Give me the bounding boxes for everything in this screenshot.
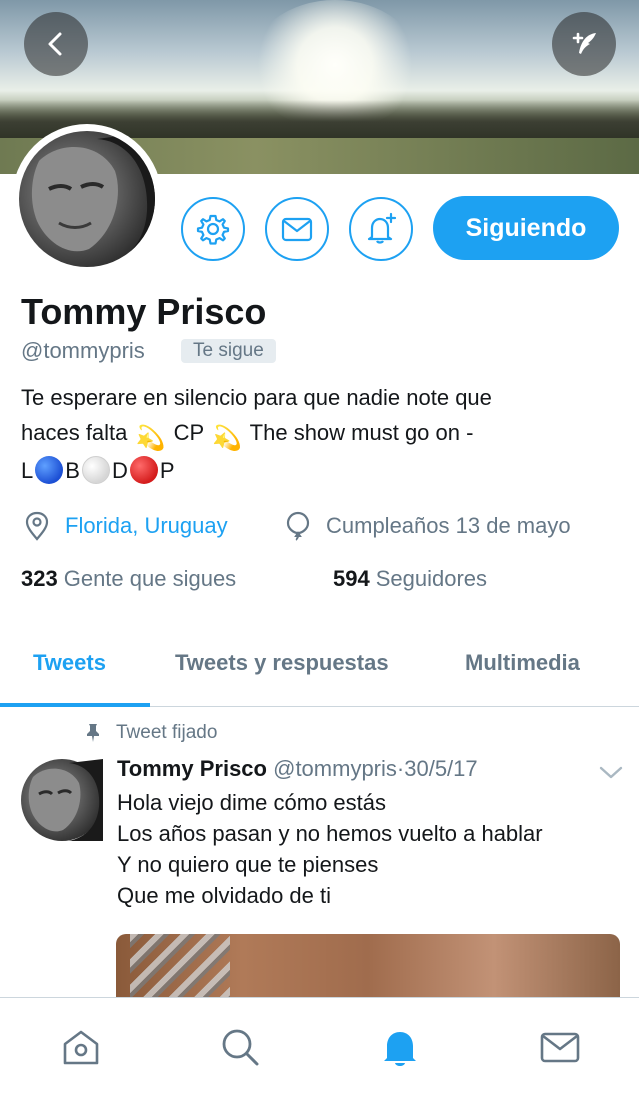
envelope-icon	[281, 217, 313, 242]
profile-tabs: Tweets Tweets y respuestas Multimedia	[0, 630, 639, 707]
following-count-link[interactable]: 323 Gente que sigues	[21, 566, 236, 592]
following-button[interactable]: Siguiendo	[433, 196, 619, 260]
followers-count: 594	[333, 566, 370, 591]
nav-notifications[interactable]	[378, 1025, 422, 1069]
pin-icon	[87, 724, 99, 742]
pinned-text: Tweet fijado	[116, 722, 218, 743]
avatar-face-illustration	[28, 759, 103, 841]
back-button[interactable]	[24, 12, 88, 76]
mail-icon	[540, 1032, 580, 1063]
bio-line: LBDP	[21, 453, 621, 488]
nav-messages[interactable]	[538, 1025, 582, 1069]
bio-text: D	[111, 458, 128, 483]
red-circle-emoji-icon	[129, 456, 158, 484]
profile-handle: @tommypris	[21, 338, 145, 363]
settings-button[interactable]	[181, 197, 245, 261]
tweet-author-name[interactable]: Tommy Prisco	[117, 756, 267, 781]
profile-name: Tommy Prisco	[21, 291, 267, 332]
bio-text: P	[159, 458, 175, 483]
profile-avatar[interactable]	[12, 124, 162, 274]
bell-plus-icon	[367, 212, 397, 244]
tweet-header: Tommy Prisco @tommypris·30/5/17	[117, 756, 478, 782]
tweet-media-image[interactable]	[116, 934, 620, 1000]
tweet-author-handle[interactable]: @tommypris	[273, 756, 397, 781]
bio-line: haces falta 💫 CP 💫 The show must go on -	[21, 415, 621, 453]
bio-text: L	[21, 458, 34, 483]
followers-label: Seguidores	[375, 566, 488, 591]
compose-tweet-button[interactable]	[552, 12, 616, 76]
bio-line: Te esperare en silencio para que nadie n…	[21, 385, 492, 410]
back-arrow-icon	[48, 32, 62, 56]
compose-tweet-icon	[572, 32, 596, 54]
bottom-navigation	[0, 997, 639, 1095]
location-pin-icon	[25, 511, 49, 541]
tweet-line: Y no quiero que te pienses	[117, 852, 379, 877]
following-count: 323	[21, 566, 58, 591]
bio-text: B	[65, 458, 80, 483]
tab-tweets[interactable]: Tweets	[33, 650, 106, 676]
gear-icon	[196, 214, 230, 245]
tab-media[interactable]: Multimedia	[465, 650, 580, 676]
avatar-photo	[19, 131, 155, 267]
chevron-down-icon[interactable]	[598, 762, 624, 782]
tweet-date[interactable]: 30/5/17	[404, 756, 477, 781]
media-chain-detail	[130, 934, 230, 1000]
follows-you-badge: Te sigue	[181, 339, 276, 363]
birthday-text: Cumpleaños 13 de mayo	[326, 513, 571, 538]
bio-text: The show must go on -	[249, 420, 474, 445]
tweet-line: Hola viejo dime cómo estás	[117, 790, 387, 815]
white-circle-emoji-icon	[81, 456, 110, 484]
home-icon	[63, 1030, 99, 1065]
avatar-face-illustration	[31, 131, 155, 267]
location-link[interactable]: Florida, Uruguay	[65, 513, 228, 539]
tweet-body: Hola viejo dime cómo estás Los años pasa…	[117, 787, 543, 911]
followers-count-link[interactable]: 594 Seguidores	[333, 566, 487, 592]
profile-bio: Te esperare en silencio para que nadie n…	[21, 380, 621, 488]
balloon-icon	[286, 511, 310, 541]
tab-tweets-and-replies[interactable]: Tweets y respuestas	[175, 650, 389, 676]
tweet-line: Que me olvidado de ti	[117, 883, 332, 908]
bio-text: CP	[173, 420, 204, 445]
location-row[interactable]: Florida, Uruguay	[23, 509, 228, 543]
bio-text: haces falta	[21, 420, 128, 445]
nav-home[interactable]	[59, 1025, 103, 1069]
notifications-button[interactable]	[349, 197, 413, 261]
following-label: Gente que sigues	[63, 566, 237, 591]
dizzy-emoji-icon: 💫	[135, 425, 166, 452]
birthday-row: Cumpleaños 13 de mayo	[284, 509, 571, 543]
active-tab-indicator	[0, 703, 150, 707]
search-icon	[222, 1029, 259, 1066]
nav-search[interactable]	[218, 1025, 262, 1069]
bell-icon	[384, 1032, 416, 1066]
blue-circle-emoji-icon	[35, 456, 64, 484]
message-button[interactable]	[265, 197, 329, 261]
tweet-author-avatar[interactable]	[21, 759, 103, 841]
pinned-tweet-label: Tweet fijado	[84, 722, 217, 744]
tweet-line: Los años pasan y no hemos vuelto a habla…	[117, 821, 543, 846]
dizzy-emoji-icon: 💫	[212, 425, 242, 452]
